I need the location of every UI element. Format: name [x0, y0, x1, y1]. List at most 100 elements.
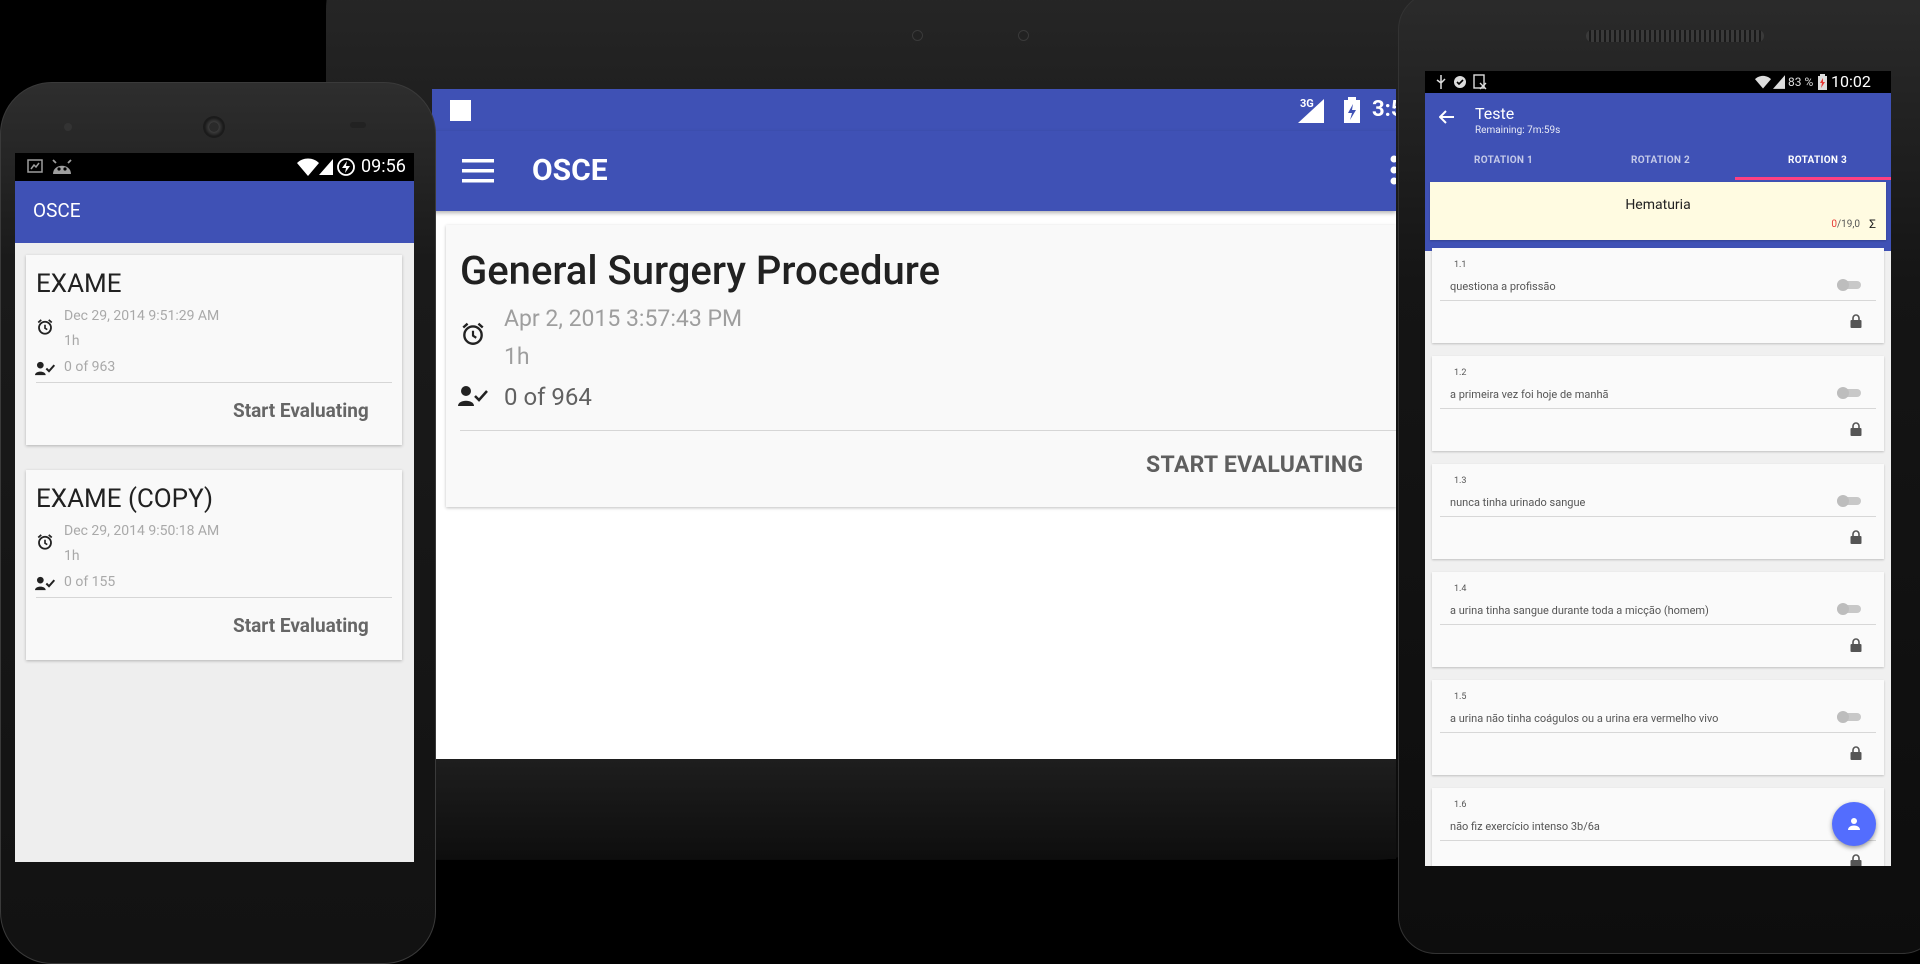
- card-divider: [36, 597, 392, 598]
- exam-date: Dec 29, 2014 9:51:29 AM: [64, 308, 220, 324]
- start-evaluating-button[interactable]: Start Evaluating: [233, 399, 369, 422]
- notification-square-icon: [450, 100, 471, 121]
- item-number: 1.1: [1454, 260, 1467, 270]
- item-divider: [1440, 408, 1876, 409]
- wifi-icon: [1755, 75, 1771, 89]
- exam-date: Apr 2, 2015 3:57:43 PM: [504, 305, 743, 332]
- phone-app-bar: OSCE: [15, 181, 414, 243]
- checklist-item: 1.5 a urina não tinha coágulos ou a urin…: [1432, 680, 1884, 775]
- exam-card: EXAME (COPY) Dec 29, 2014 9:50:18 AM 1h …: [26, 470, 402, 660]
- item-divider: [1440, 624, 1876, 625]
- usb-icon: [1435, 75, 1447, 89]
- toggle-switch[interactable]: [1835, 602, 1863, 615]
- exam-title: EXAME: [36, 269, 122, 299]
- item-divider: [1440, 732, 1876, 733]
- signal-icon: [1298, 99, 1324, 123]
- exam-title: Teste: [1475, 104, 1515, 123]
- card-divider: [36, 382, 392, 383]
- tablet-app-bar: OSCE: [432, 131, 1396, 211]
- item-text: a primeira vez foi hoje de manhã: [1450, 388, 1609, 401]
- person-check-icon: [458, 385, 488, 407]
- toggle-switch[interactable]: [1835, 494, 1863, 507]
- toggle-switch[interactable]: [1835, 710, 1863, 723]
- person-check-icon: [35, 361, 55, 376]
- exam-duration: 1h: [504, 343, 530, 370]
- lock-icon[interactable]: [1850, 638, 1862, 652]
- alarm-clock-icon: [36, 533, 54, 551]
- exam-date: Dec 29, 2014 9:50:18 AM: [64, 523, 220, 539]
- signal-icon: [1773, 75, 1785, 89]
- tablet-screen: 3G 3:5 OSCE General Surgery Procedure Ap…: [432, 89, 1396, 759]
- lock-icon[interactable]: [1850, 746, 1862, 760]
- exam-title: EXAME (COPY): [36, 484, 213, 514]
- back-arrow-icon[interactable]: [1439, 110, 1455, 124]
- checklist-item: 1.1 questiona a profissão: [1432, 248, 1884, 343]
- overflow-menu-icon[interactable]: [1390, 155, 1396, 185]
- phone-status-bar: 09:56: [15, 153, 414, 181]
- person-icon: [1848, 817, 1860, 830]
- start-evaluating-button[interactable]: START EVALUATING: [1146, 451, 1363, 478]
- right-phone-status-time: 10:02: [1831, 72, 1871, 91]
- item-number: 1.2: [1454, 368, 1467, 378]
- item-divider: [1440, 840, 1876, 841]
- menu-icon[interactable]: [462, 159, 494, 183]
- item-text: não fiz exercício intenso 3b/6a: [1450, 820, 1600, 833]
- exam-title: General Surgery Procedure: [460, 247, 940, 294]
- phone-earpiece: [203, 116, 225, 138]
- item-number: 1.6: [1454, 800, 1467, 810]
- start-evaluating-button[interactable]: Start Evaluating: [233, 614, 369, 637]
- item-text: nunca tinha urinado sangue: [1450, 496, 1586, 509]
- toggle-switch[interactable]: [1835, 278, 1863, 291]
- tab-rotation-2[interactable]: ROTATION 2: [1631, 155, 1690, 166]
- exam-card: EXAME Dec 29, 2014 9:51:29 AM 1h 0 of 96…: [26, 255, 402, 445]
- checklist-item: 1.2 a primeira vez foi hoje de manhã: [1432, 356, 1884, 451]
- tab-rotation-3[interactable]: ROTATION 3: [1788, 155, 1847, 166]
- floating-action-button[interactable]: [1832, 802, 1876, 846]
- tab-rotation-1[interactable]: ROTATION 1: [1474, 155, 1533, 166]
- phone-app-title: OSCE: [33, 199, 81, 222]
- no-sim-icon: [1473, 74, 1487, 90]
- station-score: 0/19,0: [1831, 219, 1860, 230]
- item-divider: [1440, 516, 1876, 517]
- item-text: a urina não tinha coágulos ou a urina er…: [1450, 712, 1719, 725]
- right-phone-screen: 83 % 10:02 Teste Remaining: 7m:59s ROTAT…: [1425, 71, 1891, 866]
- lock-icon[interactable]: [1850, 530, 1862, 544]
- evaluation-count: 0 of 964: [504, 383, 592, 411]
- remaining-time: Remaining: 7m:59s: [1475, 125, 1561, 136]
- exam-card: General Surgery Procedure Apr 2, 2015 3:…: [446, 225, 1396, 507]
- lock-icon[interactable]: [1850, 314, 1862, 328]
- alarm-clock-icon: [460, 321, 486, 347]
- person-check-icon: [35, 576, 55, 591]
- toggle-switch[interactable]: [1835, 386, 1863, 399]
- item-text: a urina tinha sangue durante toda a micç…: [1450, 604, 1709, 617]
- battery-percent: 83 %: [1788, 75, 1814, 89]
- item-number: 1.3: [1454, 476, 1467, 486]
- active-tab-indicator: [1735, 177, 1891, 180]
- lock-icon[interactable]: [1850, 422, 1862, 436]
- alarm-clock-icon: [36, 318, 54, 336]
- tablet-status-bar: 3G 3:5: [432, 89, 1396, 131]
- tablet-camera: [912, 30, 923, 41]
- android-face-icon: [51, 158, 73, 174]
- right-phone-speaker-grille: [1586, 30, 1764, 42]
- station-title: Hematuria: [1625, 197, 1691, 213]
- lock-icon[interactable]: [1850, 854, 1862, 866]
- data-icon: [27, 159, 43, 173]
- check-badge-icon: [1453, 75, 1467, 89]
- exam-duration: 1h: [64, 548, 80, 564]
- item-number: 1.4: [1454, 584, 1467, 594]
- signal-icon: [319, 159, 333, 175]
- tablet-nav-area: [432, 759, 1396, 859]
- sigma-icon: Σ: [1869, 217, 1876, 231]
- wifi-icon: [297, 158, 319, 176]
- evaluation-count: 0 of 155: [64, 574, 116, 590]
- checklist-item: 1.4 a urina tinha sangue durante toda a …: [1432, 572, 1884, 667]
- right-phone-status-bar: 83 % 10:02: [1425, 71, 1891, 93]
- phone-status-time: 09:56: [361, 156, 406, 177]
- card-divider: [460, 430, 1396, 431]
- item-number: 1.5: [1454, 692, 1467, 702]
- tablet-app-title: OSCE: [532, 153, 608, 188]
- battery-charging-icon: [337, 158, 355, 176]
- tablet-camera: [1018, 30, 1029, 41]
- battery-icon: [1344, 97, 1360, 123]
